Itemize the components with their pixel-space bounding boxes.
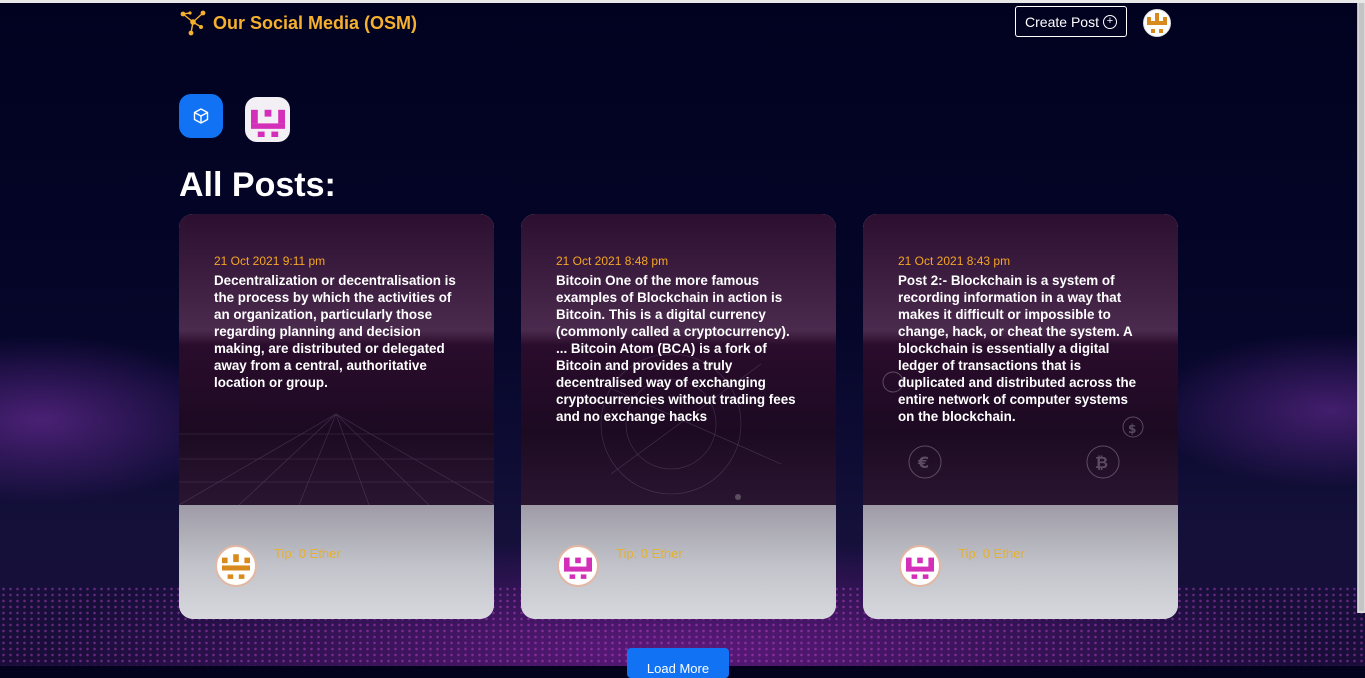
svg-text:₿: ₿ [1095, 453, 1108, 472]
plus-circle-icon: + [1102, 14, 1117, 29]
identicon [222, 554, 250, 579]
svg-text:€: € [917, 453, 929, 472]
identicon [1147, 13, 1167, 33]
identicon [250, 109, 285, 137]
identicon [564, 557, 592, 579]
post-date: 21 Oct 2021 8:48 pm [556, 254, 669, 268]
tip-amount: Tip: 0 Ether [616, 546, 683, 561]
page-title: All Posts: [179, 166, 336, 204]
author-avatar[interactable] [899, 545, 941, 587]
post-date: 21 Oct 2021 9:11 pm [214, 254, 326, 268]
author-avatar[interactable] [215, 545, 257, 587]
post-card[interactable]: 21 Oct 2021 9:11 pm Decentralization or … [179, 214, 494, 619]
tip-amount: Tip: 0 Ether [274, 546, 341, 561]
post-date: 21 Oct 2021 8:43 pm [898, 254, 1011, 268]
tip-amount: Tip: 0 Ether [958, 546, 1025, 561]
create-post-button[interactable]: Create Post + [1015, 6, 1127, 37]
identicon [906, 557, 934, 579]
brand-title: Our Social Media (OSM) [213, 12, 418, 33]
author-avatar[interactable] [557, 545, 599, 587]
window-top-edge [0, 0, 1365, 3]
load-more-button[interactable]: Load More [627, 648, 729, 678]
create-post-label: Create Post [1025, 13, 1099, 30]
post-text: Post 2:- Blockchain is a system of recor… [898, 273, 1137, 424]
brand[interactable]: Our Social Media (OSM) [179, 10, 417, 36]
user-avatar[interactable] [1143, 9, 1171, 37]
network-logo-icon [180, 10, 206, 36]
cube-button[interactable] [179, 94, 223, 138]
post-text: Decentralization or decentralisation is … [214, 273, 456, 390]
post-card[interactable]: € ₿ $ 21 Oct 2021 8:43 pm Post 2:- Block… [863, 214, 1178, 619]
scrollbar-thumb[interactable] [1359, 3, 1364, 611]
post-card[interactable]: 21 Oct 2021 8:48 pm Bitcoin One of the m… [521, 214, 836, 619]
cube-icon [193, 108, 209, 124]
post-text: Bitcoin One of the more famous examples … [556, 273, 796, 424]
profile-identicon[interactable] [245, 97, 290, 142]
scrollbar[interactable] [1357, 3, 1365, 613]
